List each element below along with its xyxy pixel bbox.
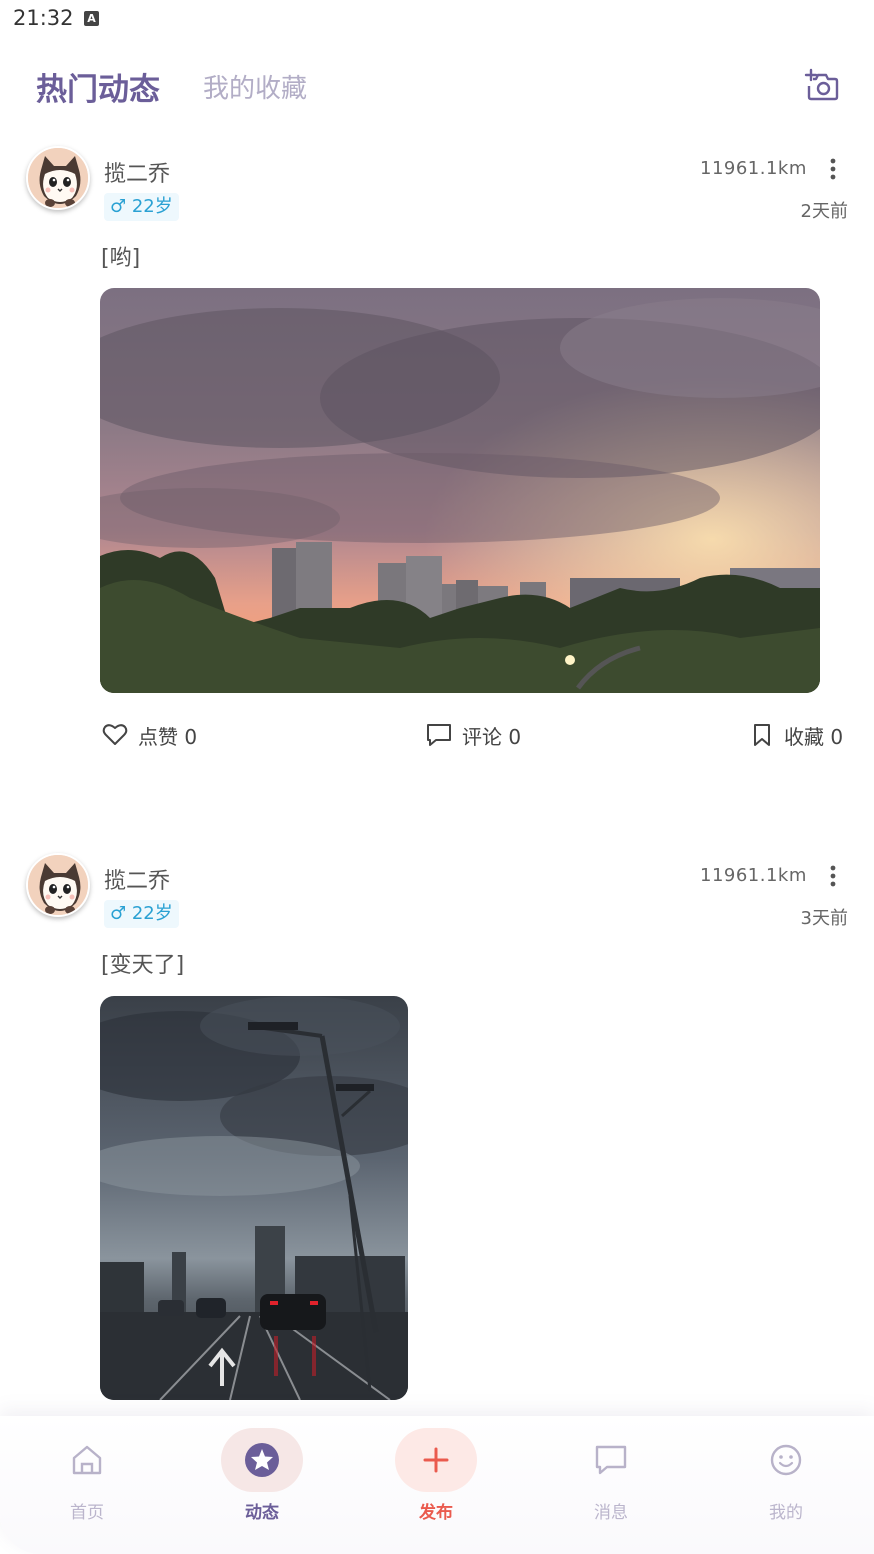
username[interactable]: 揽二乔: [104, 863, 170, 895]
post-time: 3天前: [800, 908, 848, 929]
nav-label-home: 首页: [70, 1503, 104, 1523]
smile-icon: [745, 1428, 827, 1492]
nav-item-publish[interactable]: 发布: [386, 1416, 486, 1536]
avatar[interactable]: [26, 853, 90, 917]
nav-label-moments: 动态: [245, 1503, 279, 1523]
nav-item-messages[interactable]: 消息: [561, 1416, 661, 1536]
post-card: 揽二乔 ♂ 22岁 11961.1km 3天前 [变天了]: [0, 0, 874, 1410]
post-image[interactable]: [100, 996, 408, 1400]
nav-item-moments[interactable]: 动态: [212, 1416, 312, 1536]
nav-label-messages: 消息: [594, 1503, 628, 1523]
stormy-street-photo: [100, 996, 408, 1400]
star-icon: [221, 1428, 303, 1492]
nav-item-home[interactable]: 首页: [37, 1416, 137, 1536]
home-icon: [46, 1428, 128, 1492]
plus-icon: [395, 1428, 477, 1492]
nav-label-profile: 我的: [769, 1503, 803, 1523]
bottom-nav: 首页 动态 发布 消息 我的: [0, 1416, 874, 1554]
distance-label: 11961.1km: [700, 865, 807, 886]
nav-item-profile[interactable]: 我的: [736, 1416, 836, 1536]
message-icon: [570, 1428, 652, 1492]
gender-age-badge: ♂ 22岁: [104, 900, 179, 928]
nav-label-publish: 发布: [419, 1503, 453, 1523]
post-text: [变天了]: [101, 953, 185, 978]
cat-avatar-icon: [28, 855, 88, 915]
more-options-icon[interactable]: [824, 862, 842, 890]
